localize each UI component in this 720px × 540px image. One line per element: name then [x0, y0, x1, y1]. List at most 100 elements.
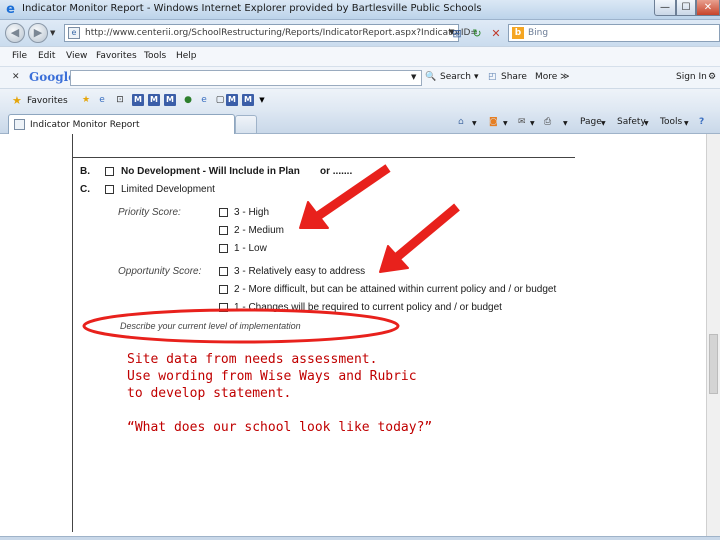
- back-arrow-icon: ◀: [10, 26, 20, 39]
- google-search-arrow-icon[interactable]: ▾: [474, 72, 479, 82]
- favorite-link-m1-icon[interactable]: M: [132, 94, 144, 106]
- priority-2-label: 2 - Medium: [234, 225, 285, 236]
- favorite-link-m2-icon[interactable]: M: [148, 94, 160, 106]
- compatibility-view-icon[interactable]: ⊞: [450, 27, 464, 40]
- google-search-dropdown-icon[interactable]: ▼: [411, 73, 416, 81]
- wrench-icon[interactable]: ⚙: [708, 72, 716, 82]
- tab-favicon-icon: [14, 119, 25, 130]
- address-url-text: http://www.centerii.org/SchoolRestructur…: [85, 28, 478, 38]
- option-b-checkbox[interactable]: [105, 167, 114, 176]
- priority-3-checkbox[interactable]: [219, 208, 228, 217]
- print-dropdown-icon[interactable]: ▼: [563, 120, 568, 127]
- forward-arrow-icon: ▶: [33, 26, 43, 39]
- menu-file[interactable]: File: [12, 51, 27, 61]
- safety-menu-dropdown-icon[interactable]: ▼: [644, 120, 649, 127]
- tab-label: Indicator Monitor Report: [30, 120, 140, 130]
- suggested-sites-icon[interactable]: e: [96, 94, 108, 106]
- opportunity-2-checkbox[interactable]: [219, 285, 228, 294]
- maximize-button[interactable]: ☐: [676, 0, 696, 16]
- google-logo: Google: [29, 70, 76, 84]
- overlay-line-3: to develop statement.: [127, 386, 292, 401]
- priority-3-label: 3 - High: [234, 207, 270, 218]
- tab-indicator-monitor-report[interactable]: Indicator Monitor Report: [8, 114, 235, 134]
- tab-row: Indicator Monitor Report ⌂ ▼ ◙ ▼ ✉ ▼ ⎙ ▼…: [0, 112, 720, 134]
- favorites-button[interactable]: Favorites: [27, 96, 68, 106]
- stop-icon[interactable]: ✕: [489, 27, 503, 40]
- menu-view[interactable]: View: [66, 51, 87, 61]
- ie-logo-icon: e: [6, 2, 15, 17]
- priority-score-label: Priority Score:: [118, 207, 181, 218]
- favorites-overflow-icon[interactable]: ▼: [256, 94, 268, 106]
- describe-implementation-label: Describe your current level of implement…: [120, 321, 301, 331]
- page-link-icon[interactable]: ▢: [214, 94, 226, 106]
- globe-icon[interactable]: ●: [182, 94, 194, 106]
- bing-logo-icon: b: [512, 27, 524, 39]
- close-window-button[interactable]: ✕: [696, 0, 720, 16]
- safety-menu-button[interactable]: Safety: [617, 117, 646, 127]
- page-favicon-icon: e: [68, 27, 80, 39]
- opportunity-score-label: Opportunity Score:: [118, 266, 202, 277]
- option-c-label: Limited Development: [121, 184, 215, 195]
- overlay-quote: “What does our school look like today?”: [127, 420, 433, 435]
- opportunity-1-label: 1 - Changes will be required to current …: [234, 302, 502, 313]
- refresh-icon[interactable]: ↻: [470, 27, 484, 40]
- address-input[interactable]: e http://www.centerii.org/SchoolRestruct…: [64, 24, 478, 42]
- mail-dropdown-icon[interactable]: ▼: [530, 120, 535, 127]
- menu-edit[interactable]: Edit: [38, 51, 55, 61]
- page-content: B. No Development - Will Include in Plan…: [0, 134, 720, 540]
- print-icon[interactable]: ⎙: [544, 117, 551, 127]
- google-signin-link[interactable]: Sign In: [676, 72, 707, 82]
- bing-search-input[interactable]: b Bing: [508, 24, 720, 42]
- opportunity-1-checkbox[interactable]: [219, 303, 228, 312]
- feeds-dropdown-icon[interactable]: ▼: [503, 120, 508, 127]
- help-icon[interactable]: ?: [699, 117, 704, 127]
- page-menu-dropdown-icon[interactable]: ▼: [601, 120, 606, 127]
- content-top-divider: [72, 157, 575, 158]
- opportunity-3-label: 3 - Relatively easy to address: [234, 266, 366, 277]
- home-dropdown-icon[interactable]: ▼: [472, 120, 477, 127]
- close-toolbar-icon[interactable]: ✕: [12, 72, 20, 82]
- new-tab-button[interactable]: [235, 115, 257, 133]
- google-search-input[interactable]: [70, 70, 422, 86]
- google-search-button[interactable]: Search: [440, 72, 471, 82]
- recent-pages-dropdown-icon[interactable]: ▼: [50, 29, 55, 37]
- opportunity-3-checkbox[interactable]: [219, 267, 228, 276]
- tools-menu-button[interactable]: Tools: [660, 117, 682, 127]
- option-c-checkbox[interactable]: [105, 185, 114, 194]
- home-icon[interactable]: ⌂: [458, 117, 464, 127]
- read-mail-icon[interactable]: ✉: [518, 117, 526, 127]
- menu-favorites[interactable]: Favorites: [96, 51, 137, 61]
- ie-page-icon[interactable]: e: [198, 94, 210, 106]
- priority-1-label: 1 - Low: [234, 243, 267, 254]
- option-b-label: No Development - Will Include in Plan: [121, 166, 300, 177]
- window-title-bar: e Indicator Monitor Report - Windows Int…: [0, 0, 720, 20]
- share-icon: ◰: [488, 72, 497, 82]
- bing-search-placeholder: Bing: [528, 28, 549, 38]
- favorites-star-icon: ★: [12, 94, 22, 107]
- opportunity-2-label: 2 - More difficult, but can be attained …: [234, 284, 557, 295]
- option-b-letter: B.: [80, 166, 90, 177]
- content-left-border: [72, 134, 73, 532]
- add-favorite-icon[interactable]: ★: [80, 94, 92, 106]
- menu-tools[interactable]: Tools: [144, 51, 166, 61]
- window-title: Indicator Monitor Report - Windows Inter…: [22, 3, 482, 14]
- favorite-link-m4-icon[interactable]: M: [226, 94, 238, 106]
- favorite-link-m5-icon[interactable]: M: [242, 94, 254, 106]
- scrollbar-thumb[interactable]: [709, 334, 718, 394]
- google-toolbar: ✕ Google ▼ 🔍 Search ▾ ◰ Share More ≫ Sig…: [0, 66, 720, 88]
- google-more-button[interactable]: More ≫: [535, 72, 570, 82]
- priority-1-checkbox[interactable]: [219, 244, 228, 253]
- web-slice-icon[interactable]: ⊡: [114, 94, 126, 106]
- favorite-link-m3-icon[interactable]: M: [164, 94, 176, 106]
- menu-help[interactable]: Help: [176, 51, 197, 61]
- tools-menu-dropdown-icon[interactable]: ▼: [684, 120, 689, 127]
- page-menu-button[interactable]: Page: [580, 117, 602, 127]
- status-bar: [0, 536, 720, 540]
- forward-button[interactable]: ▶: [28, 23, 48, 43]
- priority-2-checkbox[interactable]: [219, 226, 228, 235]
- minimize-button[interactable]: —: [654, 0, 676, 16]
- feeds-icon[interactable]: ◙: [489, 117, 498, 127]
- google-share-button[interactable]: Share: [501, 72, 527, 82]
- option-b-or: or .......: [320, 166, 353, 177]
- back-button[interactable]: ◀: [5, 23, 25, 43]
